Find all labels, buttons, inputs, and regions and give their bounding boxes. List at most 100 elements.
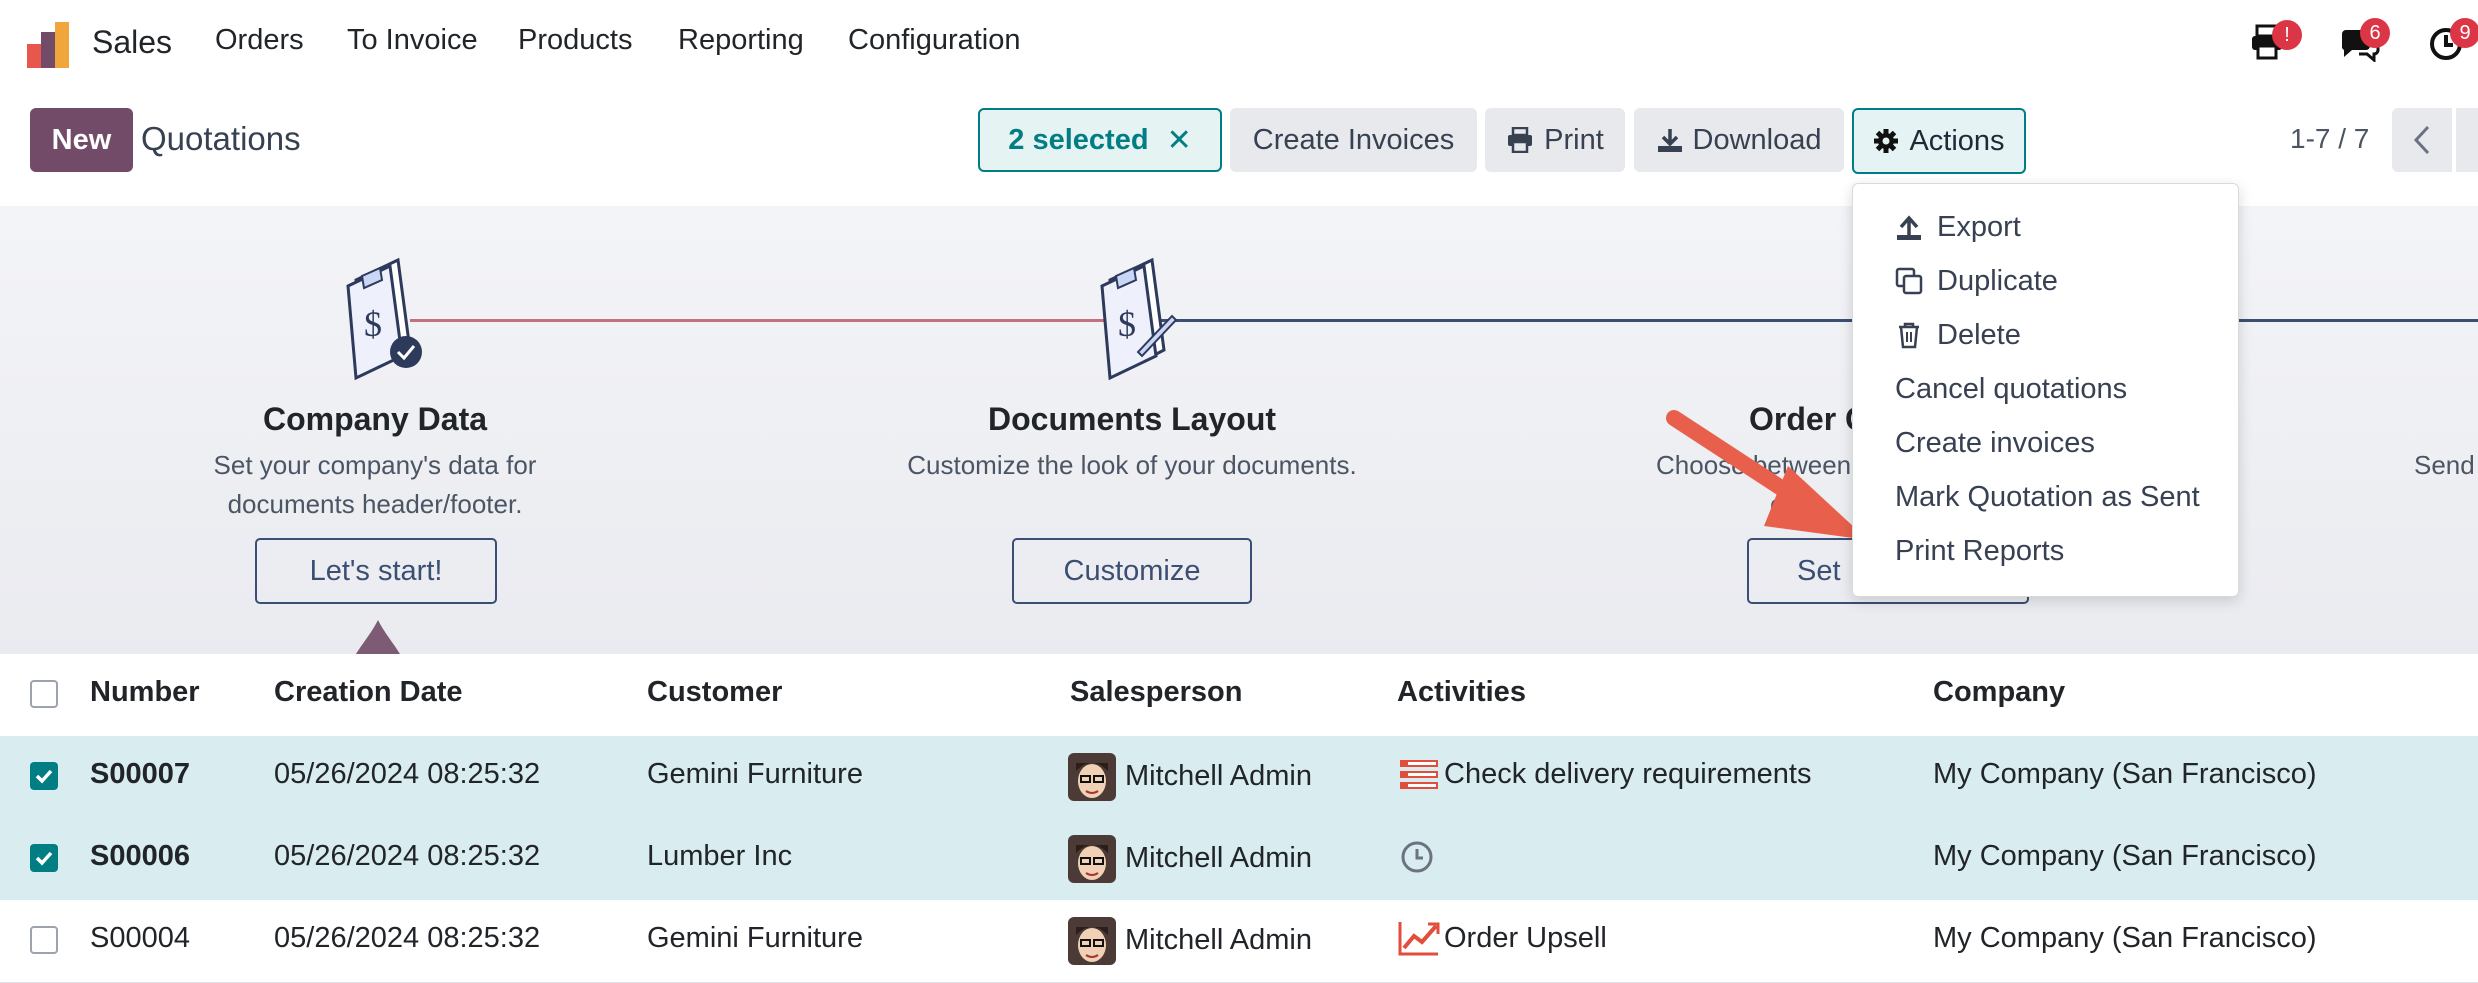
avatar (1068, 917, 1116, 965)
customer: Lumber Inc (647, 840, 793, 872)
download-icon (1657, 129, 1682, 152)
row-checkbox[interactable] (30, 926, 58, 954)
menu-orders[interactable]: Orders (215, 24, 304, 57)
action-cancel-quotations[interactable]: Cancel quotations (1853, 362, 2238, 416)
app-name[interactable]: Sales (92, 24, 172, 61)
progress-line-right (2237, 319, 2478, 322)
breadcrumb: Quotations (141, 120, 301, 157)
printer-badge: ! (2272, 20, 2302, 50)
table-row[interactable]: S00004 05/26/2024 08:25:32 Gemini Furnit… (0, 900, 2478, 983)
new-button[interactable]: New (30, 108, 133, 172)
copy-icon (1895, 267, 1923, 295)
selection-badge: 2 selected ✕ (978, 108, 1222, 172)
menu-products[interactable]: Products (518, 24, 632, 57)
activities-systray[interactable]: 9 (2428, 18, 2478, 66)
customer: Gemini Furniture (647, 758, 863, 790)
action-create-invoices[interactable]: Create invoices (1853, 416, 2238, 470)
activities-badge: 9 (2450, 18, 2478, 48)
lets-start-button[interactable]: Let's start! (255, 538, 497, 604)
selection-count: 2 selected (1008, 123, 1149, 156)
messages-badge: 6 (2360, 18, 2390, 48)
svg-text:$: $ (1118, 304, 1136, 344)
step-documents-layout-title: Documents Layout (987, 401, 1277, 437)
trash-icon (1899, 322, 1919, 349)
action-duplicate-label: Duplicate (1937, 264, 2058, 297)
gear-icon (1874, 129, 1899, 153)
printer-icon (1508, 127, 1533, 153)
step-documents-layout-desc: Customize the look of your documents. (907, 450, 1357, 480)
customer: Gemini Furniture (647, 922, 863, 954)
menu-to-invoice[interactable]: To Invoice (347, 24, 478, 57)
customize-button[interactable]: Customize (1012, 538, 1252, 604)
company: My Company (San Francisco) (1933, 758, 2317, 790)
pager-previous-button[interactable] (2392, 108, 2452, 172)
actions-button[interactable]: Actions (1852, 108, 2026, 174)
company: My Company (San Francisco) (1933, 922, 2317, 954)
printer-systray[interactable]: ! (2248, 20, 2302, 66)
checkmark-icon (35, 769, 53, 784)
creation-date: 05/26/2024 08:25:32 (274, 840, 541, 872)
table-row[interactable]: S00007 05/26/2024 08:25:32 Gemini Furnit… (0, 736, 2478, 819)
documents-layout-clipboard-icon: $ (1100, 257, 1178, 381)
step-send-desc: Send (2414, 450, 2475, 480)
user-avatar-icon (1068, 753, 1116, 801)
action-delete[interactable]: Delete (1853, 308, 2238, 362)
checkmark-icon (35, 851, 53, 866)
table-row[interactable]: S00006 05/26/2024 08:25:32 Lumber Inc Mi… (0, 818, 2478, 901)
download-button[interactable]: Download (1634, 108, 1844, 172)
clear-selection-icon[interactable]: ✕ (1167, 123, 1192, 158)
action-mark-quotation-sent[interactable]: Mark Quotation as Sent (1853, 470, 2238, 524)
top-navbar: Sales Orders To Invoice Products Reporti… (0, 0, 2478, 90)
sales-app-logo-icon[interactable] (27, 22, 73, 68)
chevron-left-icon (2413, 125, 2430, 155)
actions-label: Actions (1909, 124, 2005, 157)
action-print-reports[interactable]: Print Reports (1853, 524, 2238, 578)
create-invoices-button[interactable]: Create Invoices (1230, 108, 1477, 172)
actions-dropdown: Export Duplicate Delete Cancel quotation… (1852, 183, 2239, 597)
print-button[interactable]: Print (1485, 108, 1625, 172)
clock-icon[interactable] (1400, 840, 1434, 874)
download-label: Download (1692, 123, 1822, 156)
column-header-activities[interactable]: Activities (1397, 676, 1526, 709)
avatar (1068, 835, 1116, 883)
user-avatar-icon (1068, 835, 1116, 883)
company-data-clipboard-icon: $ (346, 257, 422, 381)
menu-configuration[interactable]: Configuration (848, 24, 1021, 57)
action-delete-label: Delete (1937, 318, 2021, 351)
progress-line (1160, 319, 1860, 322)
action-export[interactable]: Export (1853, 200, 2238, 254)
step-company-data-title: Company Data (262, 401, 488, 437)
salesperson: Mitchell Admin (1125, 924, 1312, 956)
upload-icon (1897, 215, 1921, 240)
pager-value[interactable]: 1-7 / 7 (2290, 123, 2369, 155)
activity-summary: Check delivery requirements (1444, 758, 1812, 790)
order-number: S00007 (90, 758, 190, 790)
action-duplicate[interactable]: Duplicate (1853, 254, 2238, 308)
pager-next-button[interactable] (2456, 108, 2478, 172)
column-header-company[interactable]: Company (1933, 676, 2065, 709)
activity-summary: Order Upsell (1444, 922, 1607, 954)
step-company-data-desc-line2: documents header/footer. (227, 489, 523, 519)
salesperson: Mitchell Admin (1125, 760, 1312, 792)
svg-text:$: $ (364, 304, 382, 344)
trend-up-icon[interactable] (1398, 920, 1440, 956)
column-header-creation-date[interactable]: Creation Date (274, 676, 463, 709)
creation-date: 05/26/2024 08:25:32 (274, 758, 541, 790)
column-header-customer[interactable]: Customer (647, 676, 782, 709)
order-number: S00006 (90, 840, 190, 872)
menu-reporting[interactable]: Reporting (678, 24, 804, 57)
column-header-salesperson[interactable]: Salesperson (1070, 676, 1242, 709)
select-all-checkbox[interactable] (30, 680, 58, 708)
print-label: Print (1544, 123, 1604, 156)
row-checkbox-checked[interactable] (30, 844, 58, 872)
task-list-icon[interactable] (1400, 760, 1438, 790)
order-number: S00004 (90, 922, 190, 954)
company: My Company (San Francisco) (1933, 840, 2317, 872)
salesperson: Mitchell Admin (1125, 842, 1312, 874)
step-company-data-desc-line1: Set your company's data for (213, 450, 537, 480)
user-avatar-icon (1068, 917, 1116, 965)
messages-systray[interactable]: 6 (2338, 18, 2390, 66)
row-checkbox-checked[interactable] (30, 762, 58, 790)
creation-date: 05/26/2024 08:25:32 (274, 922, 541, 954)
column-header-number[interactable]: Number (90, 676, 200, 709)
